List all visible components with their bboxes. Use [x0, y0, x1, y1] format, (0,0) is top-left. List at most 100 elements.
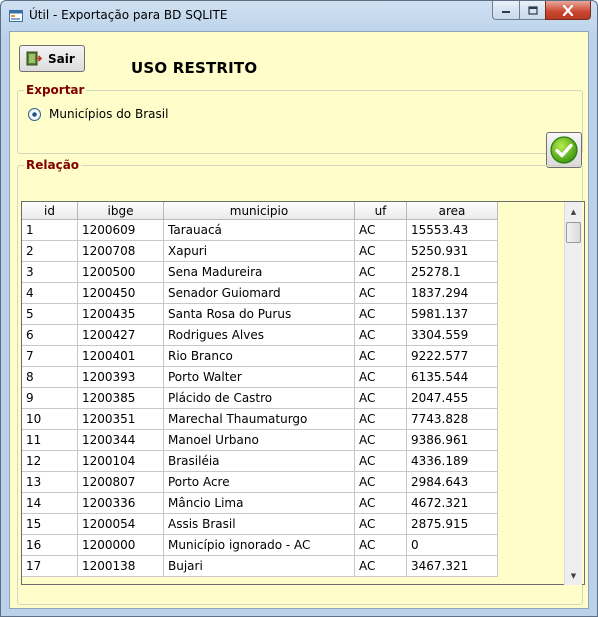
cell-ibge[interactable]: 1200054	[77, 513, 164, 535]
cell-uf[interactable]: AC	[354, 513, 407, 535]
cell-id[interactable]: 16	[22, 534, 78, 556]
cell-municipio[interactable]: Marechal Thaumaturgo	[163, 408, 355, 430]
cell-uf[interactable]: AC	[354, 555, 407, 577]
scroll-down-arrow-icon[interactable]: ▼	[565, 567, 582, 584]
cell-municipio[interactable]: Senador Guiomard	[163, 282, 355, 304]
cell-id[interactable]: 2	[22, 240, 78, 262]
cell-uf[interactable]: AC	[354, 219, 407, 241]
cell-id[interactable]: 17	[22, 555, 78, 577]
table-row[interactable]: 3 1200500 Sena Madureira AC 25278.1	[22, 261, 498, 283]
cell-id[interactable]: 14	[22, 492, 78, 514]
cell-area[interactable]: 7743.828	[406, 408, 498, 430]
cell-area[interactable]: 9386.961	[406, 429, 498, 451]
cell-municipio[interactable]: Brasiléia	[163, 450, 355, 472]
cell-uf[interactable]: AC	[354, 471, 407, 493]
cell-uf[interactable]: AC	[354, 240, 407, 262]
cell-id[interactable]: 1	[22, 219, 78, 241]
table-row[interactable]: 2 1200708 Xapuri AC 5250.931	[22, 240, 498, 262]
cell-area[interactable]: 3467.321	[406, 555, 498, 577]
cell-id[interactable]: 7	[22, 345, 78, 367]
cell-municipio[interactable]: Bujari	[163, 555, 355, 577]
cell-municipio[interactable]: Rio Branco	[163, 345, 355, 367]
cell-ibge[interactable]: 1200351	[77, 408, 164, 430]
cell-id[interactable]: 5	[22, 303, 78, 325]
cell-uf[interactable]: AC	[354, 492, 407, 514]
cell-id[interactable]: 6	[22, 324, 78, 346]
cell-uf[interactable]: AC	[354, 345, 407, 367]
table-row[interactable]: 14 1200336 Mâncio Lima AC 4672.321	[22, 492, 498, 514]
cell-area[interactable]: 15553.43	[406, 219, 498, 241]
table-row[interactable]: 8 1200393 Porto Walter AC 6135.544	[22, 366, 498, 388]
cell-ibge[interactable]: 1200104	[77, 450, 164, 472]
table-row[interactable]: 9 1200385 Plácido de Castro AC 2047.455	[22, 387, 498, 409]
close-button[interactable]	[545, 1, 591, 20]
cell-id[interactable]: 10	[22, 408, 78, 430]
cell-ibge[interactable]: 1200344	[77, 429, 164, 451]
export-confirm-button[interactable]	[546, 132, 582, 168]
cell-id[interactable]: 13	[22, 471, 78, 493]
maximize-button[interactable]	[519, 1, 545, 20]
cell-uf[interactable]: AC	[354, 366, 407, 388]
cell-id[interactable]: 3	[22, 261, 78, 283]
cell-municipio[interactable]: Sena Madureira	[163, 261, 355, 283]
table-row[interactable]: 17 1200138 Bujari AC 3467.321	[22, 555, 498, 577]
cell-id[interactable]: 11	[22, 429, 78, 451]
minimize-button[interactable]	[492, 1, 519, 20]
cell-ibge[interactable]: 1200500	[77, 261, 164, 283]
cell-id[interactable]: 8	[22, 366, 78, 388]
cell-id[interactable]: 4	[22, 282, 78, 304]
scroll-thumb[interactable]	[566, 222, 581, 243]
cell-area[interactable]: 3304.559	[406, 324, 498, 346]
table-row[interactable]: 1 1200609 Tarauacá AC 15553.43	[22, 219, 498, 241]
cell-municipio[interactable]: Plácido de Castro	[163, 387, 355, 409]
table-row[interactable]: 13 1200807 Porto Acre AC 2984.643	[22, 471, 498, 493]
cell-ibge[interactable]: 1200138	[77, 555, 164, 577]
cell-ibge[interactable]: 1200385	[77, 387, 164, 409]
column-header-id[interactable]: id	[22, 202, 78, 220]
cell-area[interactable]: 6135.544	[406, 366, 498, 388]
table-row[interactable]: 16 1200000 Município ignorado - AC AC 0	[22, 534, 498, 556]
column-header-area[interactable]: area	[406, 202, 498, 220]
cell-ibge[interactable]: 1200450	[77, 282, 164, 304]
sair-button[interactable]: Sair	[19, 45, 85, 72]
radio-selected-icon[interactable]	[28, 107, 41, 121]
column-header-ibge[interactable]: ibge	[77, 202, 164, 220]
cell-municipio[interactable]: Santa Rosa do Purus	[163, 303, 355, 325]
title-bar[interactable]: Útil - Exportação para BD SQLITE	[1, 1, 597, 31]
cell-id[interactable]: 9	[22, 387, 78, 409]
column-header-uf[interactable]: uf	[354, 202, 407, 220]
cell-uf[interactable]: AC	[354, 303, 407, 325]
table-row[interactable]: 11 1200344 Manoel Urbano AC 9386.961	[22, 429, 498, 451]
cell-uf[interactable]: AC	[354, 429, 407, 451]
cell-ibge[interactable]: 1200401	[77, 345, 164, 367]
cell-municipio[interactable]: Porto Walter	[163, 366, 355, 388]
cell-ibge[interactable]: 1200609	[77, 219, 164, 241]
vertical-scrollbar[interactable]: ▲ ▼	[564, 202, 582, 585]
cell-area[interactable]: 9222.577	[406, 345, 498, 367]
cell-area[interactable]: 2047.455	[406, 387, 498, 409]
cell-uf[interactable]: AC	[354, 450, 407, 472]
cell-ibge[interactable]: 1200807	[77, 471, 164, 493]
cell-ibge[interactable]: 1200708	[77, 240, 164, 262]
table-row[interactable]: 6 1200427 Rodrigues Alves AC 3304.559	[22, 324, 498, 346]
municipios-radio-option[interactable]: Municípios do Brasil	[28, 107, 168, 121]
column-header-municipio[interactable]: municipio	[163, 202, 355, 220]
cell-municipio[interactable]: Manoel Urbano	[163, 429, 355, 451]
cell-municipio[interactable]: Porto Acre	[163, 471, 355, 493]
cell-area[interactable]: 5250.931	[406, 240, 498, 262]
cell-ibge[interactable]: 1200336	[77, 492, 164, 514]
cell-area[interactable]: 2984.643	[406, 471, 498, 493]
cell-municipio[interactable]: Tarauacá	[163, 219, 355, 241]
cell-area[interactable]: 5981.137	[406, 303, 498, 325]
cell-ibge[interactable]: 1200000	[77, 534, 164, 556]
table-row[interactable]: 4 1200450 Senador Guiomard AC 1837.294	[22, 282, 498, 304]
cell-ibge[interactable]: 1200435	[77, 303, 164, 325]
cell-municipio[interactable]: Mâncio Lima	[163, 492, 355, 514]
table-row[interactable]: 15 1200054 Assis Brasil AC 2875.915	[22, 513, 498, 535]
table-row[interactable]: 10 1200351 Marechal Thaumaturgo AC 7743.828	[22, 408, 498, 430]
cell-area[interactable]: 0	[406, 534, 498, 556]
cell-uf[interactable]: AC	[354, 282, 407, 304]
cell-municipio[interactable]: Assis Brasil	[163, 513, 355, 535]
cell-ibge[interactable]: 1200427	[77, 324, 164, 346]
cell-municipio[interactable]: Xapuri	[163, 240, 355, 262]
